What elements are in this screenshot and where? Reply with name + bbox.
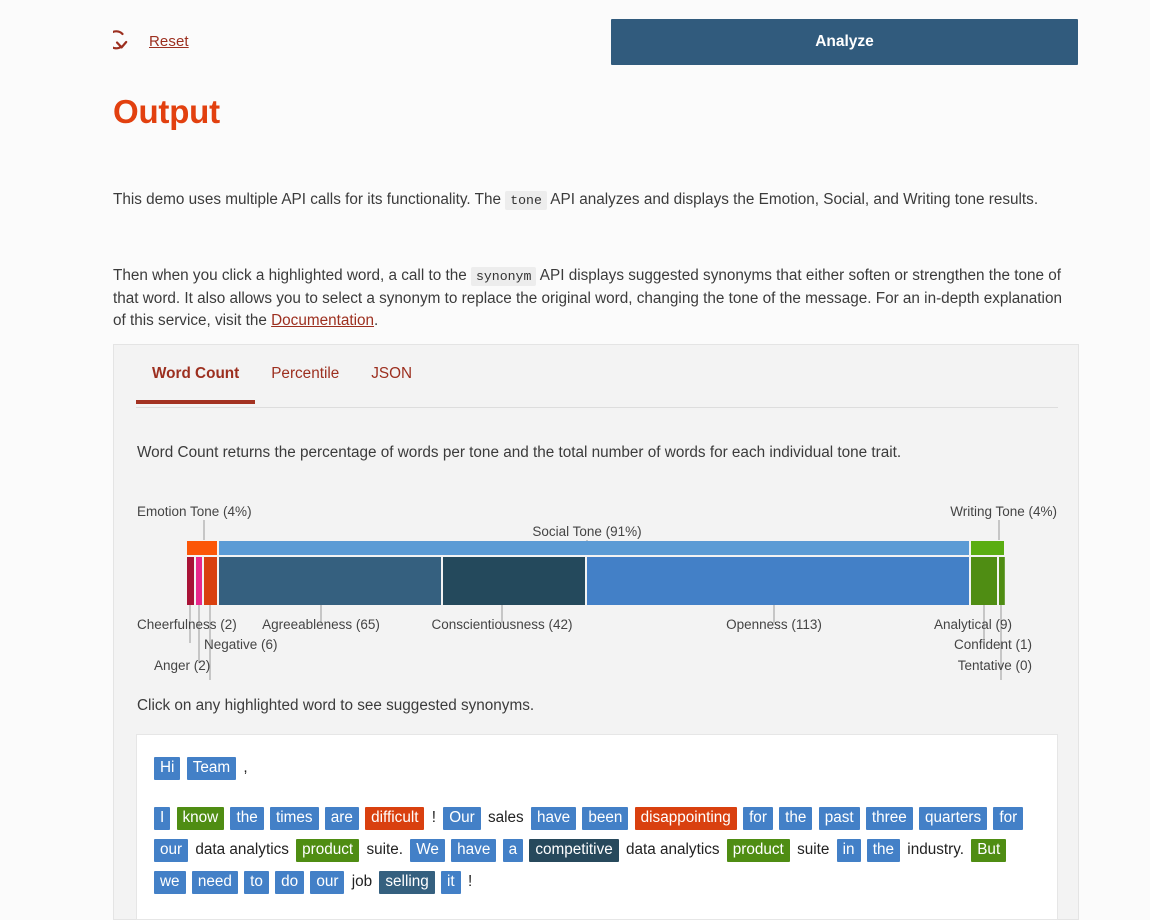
message-body-line: I know the times are difficult ! Our sal… <box>153 802 1041 898</box>
message-body-token[interactable]: for <box>993 807 1024 830</box>
message-body-token[interactable]: the <box>230 807 264 830</box>
tone-word-count-chart: Emotion Tone (4%) Social Tone (91%) Writ… <box>114 495 1080 680</box>
message-body-token[interactable]: we <box>154 871 186 894</box>
tone-api-code: tone <box>505 191 547 211</box>
message-greeting-token: , <box>243 759 248 776</box>
tab-json[interactable]: JSON <box>355 363 428 403</box>
message-body-token[interactable]: do <box>275 871 305 894</box>
message-body-token[interactable]: the <box>866 839 901 862</box>
intro-p1-before: This demo uses multiple API calls for it… <box>113 191 501 209</box>
message-body-token: ! <box>431 809 436 826</box>
message-body-token: sales <box>487 809 524 826</box>
message-body-token[interactable]: quarters <box>918 807 988 830</box>
message-body-token[interactable]: been <box>582 807 629 830</box>
message-body-token: industry. <box>907 841 964 858</box>
chart-label-agreeableness: Agreeableness (65) <box>262 617 380 632</box>
message-body-token[interactable]: difficult <box>365 807 425 830</box>
chart-group-band-emotion <box>187 541 217 555</box>
top-toolbar: Reset Analyze <box>0 0 1150 78</box>
message-body-token[interactable]: selling <box>379 871 435 894</box>
click-hint-text: Click on any highlighted word to see sug… <box>137 697 535 714</box>
chart-svg: Emotion Tone (4%) Social Tone (91%) Writ… <box>137 504 1057 680</box>
message-body-token[interactable]: have <box>530 807 577 830</box>
message-panel: Hi Team , I know the times are difficult… <box>136 734 1058 920</box>
message-greeting-token[interactable]: Team <box>186 757 237 780</box>
message-body-token[interactable]: our <box>310 871 345 894</box>
results-card: Word Count Percentile JSON Word Count re… <box>113 344 1079 920</box>
chart-label-conscientiousness: Conscientiousness (42) <box>431 617 572 632</box>
message-body-token[interactable]: a <box>502 839 524 862</box>
message-body-token[interactable]: for <box>743 807 773 830</box>
tab-bar: Word Count Percentile JSON <box>136 363 1058 408</box>
message-greeting-token[interactable]: Hi <box>154 757 181 780</box>
message-body-token[interactable]: need <box>191 871 238 894</box>
message-body-token[interactable]: have <box>451 839 497 862</box>
chart-group-band-social <box>219 541 969 555</box>
message-body-token[interactable]: We <box>410 839 445 862</box>
intro-paragraph-1: This demo uses multiple API calls for it… <box>113 189 1068 212</box>
documentation-link[interactable]: Documentation <box>271 312 374 329</box>
message-body-token: ! <box>467 873 473 890</box>
message-body-token[interactable]: competitive <box>529 839 619 862</box>
chart-segment-conscientiousness[interactable] <box>443 557 585 605</box>
chart-label-analytical: Analytical (9) <box>934 617 1012 632</box>
chart-label-confident: Confident (1) <box>954 637 1032 652</box>
chart-group-label-emotion: Emotion Tone (4%) <box>137 504 252 519</box>
message-body-token[interactable]: times <box>269 807 319 830</box>
message-body-token[interactable]: the <box>779 807 813 830</box>
chart-segment-agreeableness[interactable] <box>219 557 441 605</box>
reset-circular-arrow-icon <box>106 26 143 56</box>
message-body-token[interactable]: product <box>296 839 360 862</box>
chart-segment-confident[interactable] <box>999 557 1004 605</box>
chart-label-cheerfulness: Cheerfulness (2) <box>137 617 237 632</box>
message-body-token: suite <box>797 841 830 858</box>
analyze-button[interactable]: Analyze <box>611 19 1078 65</box>
message-body-token[interactable]: Our <box>443 807 481 830</box>
message-body-token[interactable]: disappointing <box>634 807 737 830</box>
message-body-token[interactable]: in <box>836 839 861 862</box>
reset-label: Reset <box>149 32 189 50</box>
message-body-token: suite. <box>366 841 403 858</box>
message-body-token[interactable]: three <box>865 807 913 830</box>
intro-p2-after: . <box>374 312 379 330</box>
chart-segment-cheerfulness[interactable] <box>196 557 202 605</box>
chart-group-label-writing: Writing Tone (4%) <box>950 504 1057 519</box>
tab-percentile[interactable]: Percentile <box>255 363 355 403</box>
message-body-token[interactable]: past <box>818 807 860 830</box>
message-body-token[interactable]: it <box>441 871 461 894</box>
chart-group-band-writing <box>971 541 1004 555</box>
message-body-token[interactable]: know <box>176 807 225 830</box>
message-body-token[interactable]: are <box>324 807 359 830</box>
message-body-token: data analytics <box>625 841 720 858</box>
chart-label-tentative: Tentative (0) <box>958 658 1032 673</box>
chart-segment-anger[interactable] <box>187 557 194 605</box>
page-title: Output <box>113 93 220 130</box>
reset-button[interactable]: Reset <box>106 26 189 56</box>
intro-paragraph-2: Then when you click a highlighted word, … <box>113 265 1068 332</box>
chart-segment-tentative[interactable] <box>1004 557 1005 605</box>
chart-segment-negative[interactable] <box>204 557 217 605</box>
chart-label-anger: Anger (2) <box>154 658 210 673</box>
intro-p1-after: API analyzes and displays the Emotion, S… <box>550 191 1039 209</box>
word-count-description: Word Count returns the percentage of wor… <box>137 444 902 461</box>
chart-group-label-social: Social Tone (91%) <box>532 524 641 539</box>
message-body-token[interactable]: our <box>154 839 189 862</box>
chart-segment-analytical[interactable] <box>971 557 997 605</box>
message-body-token[interactable]: I <box>154 807 171 830</box>
chart-label-negative: Negative (6) <box>204 637 278 652</box>
message-body-token: data analytics <box>195 841 289 858</box>
message-body-token: job <box>351 873 373 890</box>
tab-word-count[interactable]: Word Count <box>136 363 256 404</box>
intro-p2-before: Then when you click a highlighted word, … <box>113 267 467 285</box>
synonym-api-code: synonym <box>470 267 537 287</box>
message-body-token[interactable]: product <box>726 839 790 862</box>
chart-segment-openness[interactable] <box>587 557 969 605</box>
message-greeting-line: Hi Team , <box>153 752 1041 784</box>
message-body-token[interactable]: to <box>244 871 269 894</box>
chart-label-openness: Openness (113) <box>726 617 822 632</box>
message-body-token[interactable]: But <box>971 839 1007 862</box>
